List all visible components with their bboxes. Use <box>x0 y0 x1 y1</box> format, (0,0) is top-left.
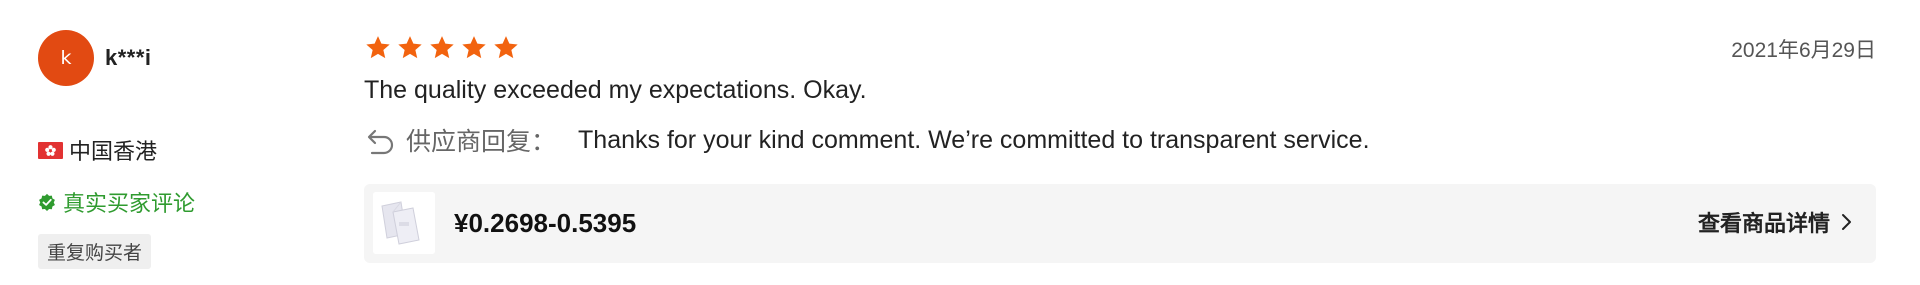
product-price: ¥0.2698-0.5395 <box>454 208 637 238</box>
reply-label: 供应商回复： <box>406 128 557 156</box>
star-icon <box>494 36 518 59</box>
review-date: 2021年6月29日 <box>1731 39 1876 62</box>
review-text: The quality exceeded my expectations. Ok… <box>364 76 867 104</box>
verified-badge-icon <box>38 193 56 211</box>
country-name: 中国香港 <box>69 139 158 164</box>
star-icon <box>462 36 486 59</box>
product-card[interactable]: ¥0.2698-0.5395 查看商品详情 <box>364 184 1876 263</box>
reply-text: Thanks for your kind comment. We’re comm… <box>578 125 1370 154</box>
star-icon <box>430 36 454 59</box>
avatar-initial: k <box>60 47 72 69</box>
reviewer-panel: k k***i 中国香港 真实买家评论 重复购买者 <box>38 30 338 269</box>
view-product-details-link[interactable]: 查看商品详情 <box>1698 206 1854 238</box>
view-product-details-label: 查看商品详情 <box>1697 211 1830 236</box>
reviewer-country: 中国香港 <box>38 134 157 166</box>
chevron-right-icon <box>1842 214 1851 230</box>
star-rating <box>364 34 1876 62</box>
star-icon <box>398 36 422 59</box>
product-thumbnail[interactable] <box>373 192 435 254</box>
verified-buyer: 真实买家评论 <box>38 186 195 218</box>
verified-label: 真实买家评论 <box>63 191 196 216</box>
avatar: k <box>38 30 94 86</box>
repeat-buyer-tag: 重复购买者 <box>38 234 152 269</box>
review-content: 2021年6月29日 The quality exceeded my expec… <box>364 34 1876 263</box>
star-icon <box>366 36 390 59</box>
supplier-reply: 供应商回复： Thanks for your kind comment. We’… <box>366 122 1370 158</box>
hong-kong-flag-icon <box>38 141 63 159</box>
reply-icon <box>367 129 394 155</box>
reviewer-header: k k***i <box>38 30 338 86</box>
product-image-icon <box>373 192 435 254</box>
reviewer-username: k***i <box>105 45 152 70</box>
